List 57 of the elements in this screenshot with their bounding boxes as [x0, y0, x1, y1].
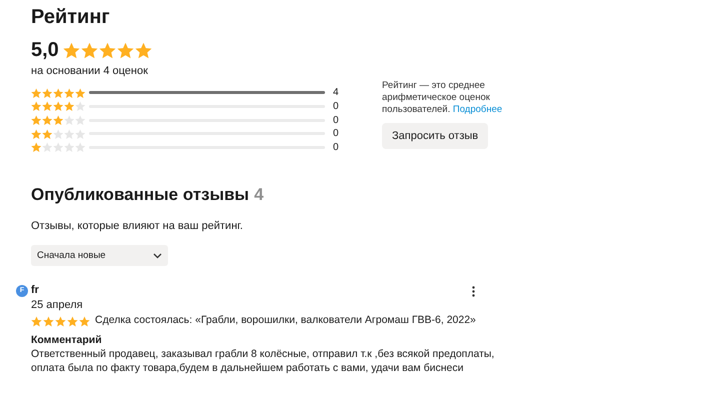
- star-icon: [31, 101, 42, 112]
- rating-count: 0: [333, 114, 339, 128]
- star-icon: [31, 114, 42, 126]
- rating-count: 0: [333, 141, 339, 156]
- rating-count: 0: [333, 100, 339, 114]
- star-icon: [98, 42, 116, 58]
- rating-count: 0: [333, 127, 339, 142]
- chevron-down-icon: [153, 252, 162, 259]
- comment-label: Комментарий: [31, 333, 103, 348]
- more-options-icon[interactable]: [472, 286, 475, 298]
- star-icon: [64, 88, 74, 98]
- star-icon: [80, 42, 98, 58]
- star-icon: [79, 316, 90, 327]
- section-subtitle: Отзывы, которые влияют на ваш рейтинг.: [31, 218, 244, 234]
- star-icon: [53, 128, 64, 140]
- review-comment: Ответственный продавец, заказывал грабли 8 колёсные, отправил т.к ,без всякой предоплаты, оплата была по факту товара,будем в дальнейшем работать с вами, удачи вам биснеси: [31, 347, 496, 376]
- star-icon: [53, 142, 64, 153]
- star-icon: [75, 142, 86, 153]
- star-icon: [75, 101, 86, 112]
- more-link[interactable]: Подробнее: [452, 104, 502, 115]
- star-icon: [53, 88, 64, 98]
- star-icon: [116, 42, 134, 58]
- star-icon: [75, 128, 86, 140]
- review-author: fr: [31, 284, 39, 298]
- star-icon: [42, 88, 52, 98]
- star-icon: [43, 316, 54, 327]
- star-icon: [67, 316, 78, 327]
- star-icon: [64, 114, 74, 126]
- star-icon: [31, 142, 42, 153]
- star-icon: [53, 114, 64, 126]
- deal-title: Сделка состоялась: «Грабли, ворошилки, валкователи Агромаш ГВВ-6, 2022»: [95, 313, 476, 328]
- rating-info: Рейтинг — это среднее арифметическое оценок пользователей. Подробнее: [382, 80, 504, 116]
- rating-count: 4: [333, 86, 339, 100]
- star-icon: [31, 88, 42, 98]
- star-icon: [62, 42, 80, 58]
- star-icon: [64, 142, 74, 153]
- sort-dropdown[interactable]: Сначала новые: [31, 245, 168, 266]
- section-title: Опубликованные отзывы: [31, 184, 250, 206]
- star-icon: [75, 88, 86, 98]
- star-icon: [42, 114, 52, 126]
- star-icon: [31, 128, 42, 140]
- star-icon: [42, 101, 52, 112]
- request-review-button[interactable]: Запросить отзыв: [382, 123, 488, 149]
- review-date: 25 апреля: [31, 298, 84, 312]
- star-icon: [64, 101, 74, 112]
- star-icon: [42, 128, 52, 140]
- star-icon: [134, 42, 152, 58]
- star-icon: [53, 101, 64, 112]
- review-count: 4: [254, 184, 264, 206]
- star-icon: [75, 114, 86, 126]
- rating-basis: на основании 4 оценок: [31, 64, 149, 78]
- star-icon: [31, 316, 42, 327]
- star-icon: [64, 128, 74, 140]
- star-icon: [55, 316, 66, 327]
- star-icon: [42, 142, 52, 153]
- rating-value: 5,0: [31, 38, 59, 62]
- page-title: Рейтинг: [31, 5, 111, 30]
